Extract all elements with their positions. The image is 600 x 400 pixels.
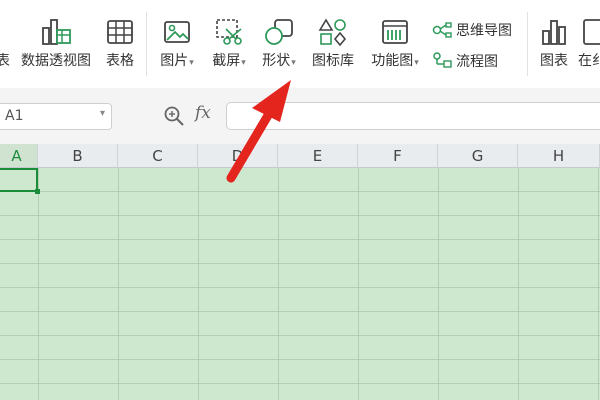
annotation-arrow-icon: [226, 80, 291, 183]
